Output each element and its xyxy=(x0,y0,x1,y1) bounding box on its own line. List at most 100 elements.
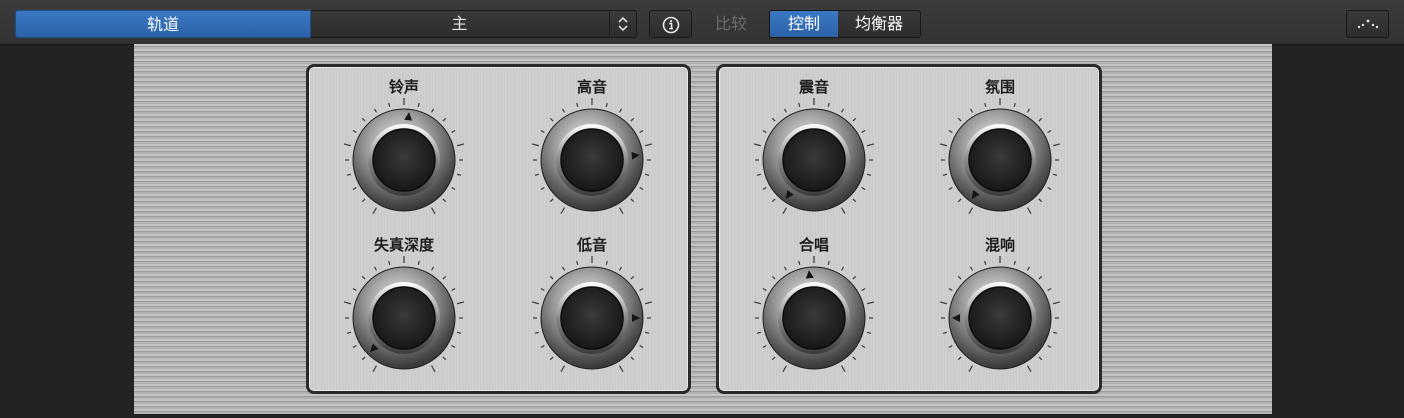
plugin-toolbar: 轨道 主 比较 控制 均衡器 xyxy=(0,0,1404,45)
knob-tick xyxy=(1013,102,1016,108)
preset-label: 主 xyxy=(451,14,468,33)
knob-tick xyxy=(1038,117,1043,122)
knob-tick xyxy=(361,275,366,280)
up-down-chevron-icon[interactable] xyxy=(609,11,636,37)
knob-tick xyxy=(639,186,644,191)
knob-tick xyxy=(1038,198,1043,203)
knob-tick xyxy=(561,266,566,271)
eq-view-tab[interactable]: 均衡器 xyxy=(838,11,920,37)
knob-tick xyxy=(346,331,352,334)
knob-tick xyxy=(984,102,987,108)
knob-tick xyxy=(549,117,554,122)
knob-chorus[interactable] xyxy=(744,248,884,388)
knob-tick xyxy=(942,173,948,176)
knob-tick xyxy=(1026,365,1032,372)
knob-tick xyxy=(630,275,635,280)
knob-distortion-depth[interactable] xyxy=(334,248,474,388)
info-button[interactable] xyxy=(649,10,692,38)
knob-tick xyxy=(451,287,456,292)
link-icon xyxy=(1357,19,1379,29)
knob-tick xyxy=(534,331,540,334)
knob-bass[interactable] xyxy=(522,248,662,388)
knob-tick xyxy=(630,356,635,361)
knob-tick xyxy=(827,102,830,108)
knob-tick xyxy=(1052,173,1058,176)
knob-tick xyxy=(756,331,762,334)
knob-tick xyxy=(783,108,788,113)
knob-tick xyxy=(430,266,435,271)
knob-tick xyxy=(442,356,447,361)
knob-tick xyxy=(1026,207,1032,214)
knob-tick xyxy=(852,356,857,361)
knob-tick xyxy=(1038,275,1043,280)
knob-tick xyxy=(352,287,357,292)
track-button[interactable]: 轨道 xyxy=(15,10,311,38)
knob-tick xyxy=(783,266,788,271)
knob-tick xyxy=(549,275,554,280)
knob-tick xyxy=(560,207,566,214)
knob-tick xyxy=(373,108,378,113)
knob-tick xyxy=(861,129,866,134)
knob-tick xyxy=(942,331,948,334)
knob-tick xyxy=(968,365,974,372)
knob-tick xyxy=(639,287,644,292)
knob-tick xyxy=(1047,186,1052,191)
knob-tick xyxy=(352,186,357,191)
knob-tick xyxy=(451,186,456,191)
preset-selector[interactable]: 主 xyxy=(311,10,637,38)
info-icon xyxy=(662,16,680,34)
knob-tick xyxy=(361,198,366,203)
knob-treble[interactable] xyxy=(522,90,662,230)
knob-tick xyxy=(762,186,767,191)
knob-tick xyxy=(762,287,767,292)
knob-tick xyxy=(866,173,872,176)
knob-tick xyxy=(549,356,554,361)
knob-tick xyxy=(939,301,948,305)
knob-tick xyxy=(346,173,352,176)
knob-bell[interactable] xyxy=(334,90,474,230)
knob-tick xyxy=(957,117,962,122)
knob-tick xyxy=(861,186,866,191)
knob-tick xyxy=(456,301,465,305)
knob-tick xyxy=(456,331,462,334)
knob-tick xyxy=(618,108,623,113)
knob-tick xyxy=(417,102,420,108)
knob-tick xyxy=(388,102,391,108)
knob-tick xyxy=(352,344,357,349)
knob-tick xyxy=(456,173,462,176)
knob-tick xyxy=(540,287,545,292)
controls-view-tab[interactable]: 控制 xyxy=(770,11,838,37)
knob-tick xyxy=(771,356,776,361)
knob-tick xyxy=(561,108,566,113)
knob-tick xyxy=(531,143,540,147)
knob-tick xyxy=(957,198,962,203)
knob-tick xyxy=(343,143,352,147)
knob-tick xyxy=(430,207,436,214)
knob-tick xyxy=(840,266,845,271)
knob-tick xyxy=(969,266,974,271)
knob-tick xyxy=(1038,356,1043,361)
knob-tick xyxy=(361,356,366,361)
knob-tick xyxy=(861,344,866,349)
compare-button[interactable]: 比较 xyxy=(704,10,758,38)
knob-tick xyxy=(852,275,857,280)
knob-tick xyxy=(630,117,635,122)
knob-tremolo[interactable] xyxy=(744,90,884,230)
knob-tick xyxy=(984,260,987,266)
knob-tick xyxy=(560,365,566,372)
knob-tick xyxy=(1026,108,1031,113)
knob-tick xyxy=(866,331,872,334)
knob-tick xyxy=(969,108,974,113)
knob-tick xyxy=(939,143,948,147)
knob-reverb[interactable] xyxy=(930,248,1070,388)
knob-tick xyxy=(576,260,579,266)
knob-tick xyxy=(1047,287,1052,292)
knob-ambience[interactable] xyxy=(930,90,1070,230)
knob-tick xyxy=(618,365,624,372)
knob-tick xyxy=(948,287,953,292)
knob-tick xyxy=(852,198,857,203)
knob-tick xyxy=(630,198,635,203)
link-button[interactable] xyxy=(1346,10,1389,38)
knob-tick xyxy=(534,173,540,176)
knob-tick xyxy=(644,301,653,305)
